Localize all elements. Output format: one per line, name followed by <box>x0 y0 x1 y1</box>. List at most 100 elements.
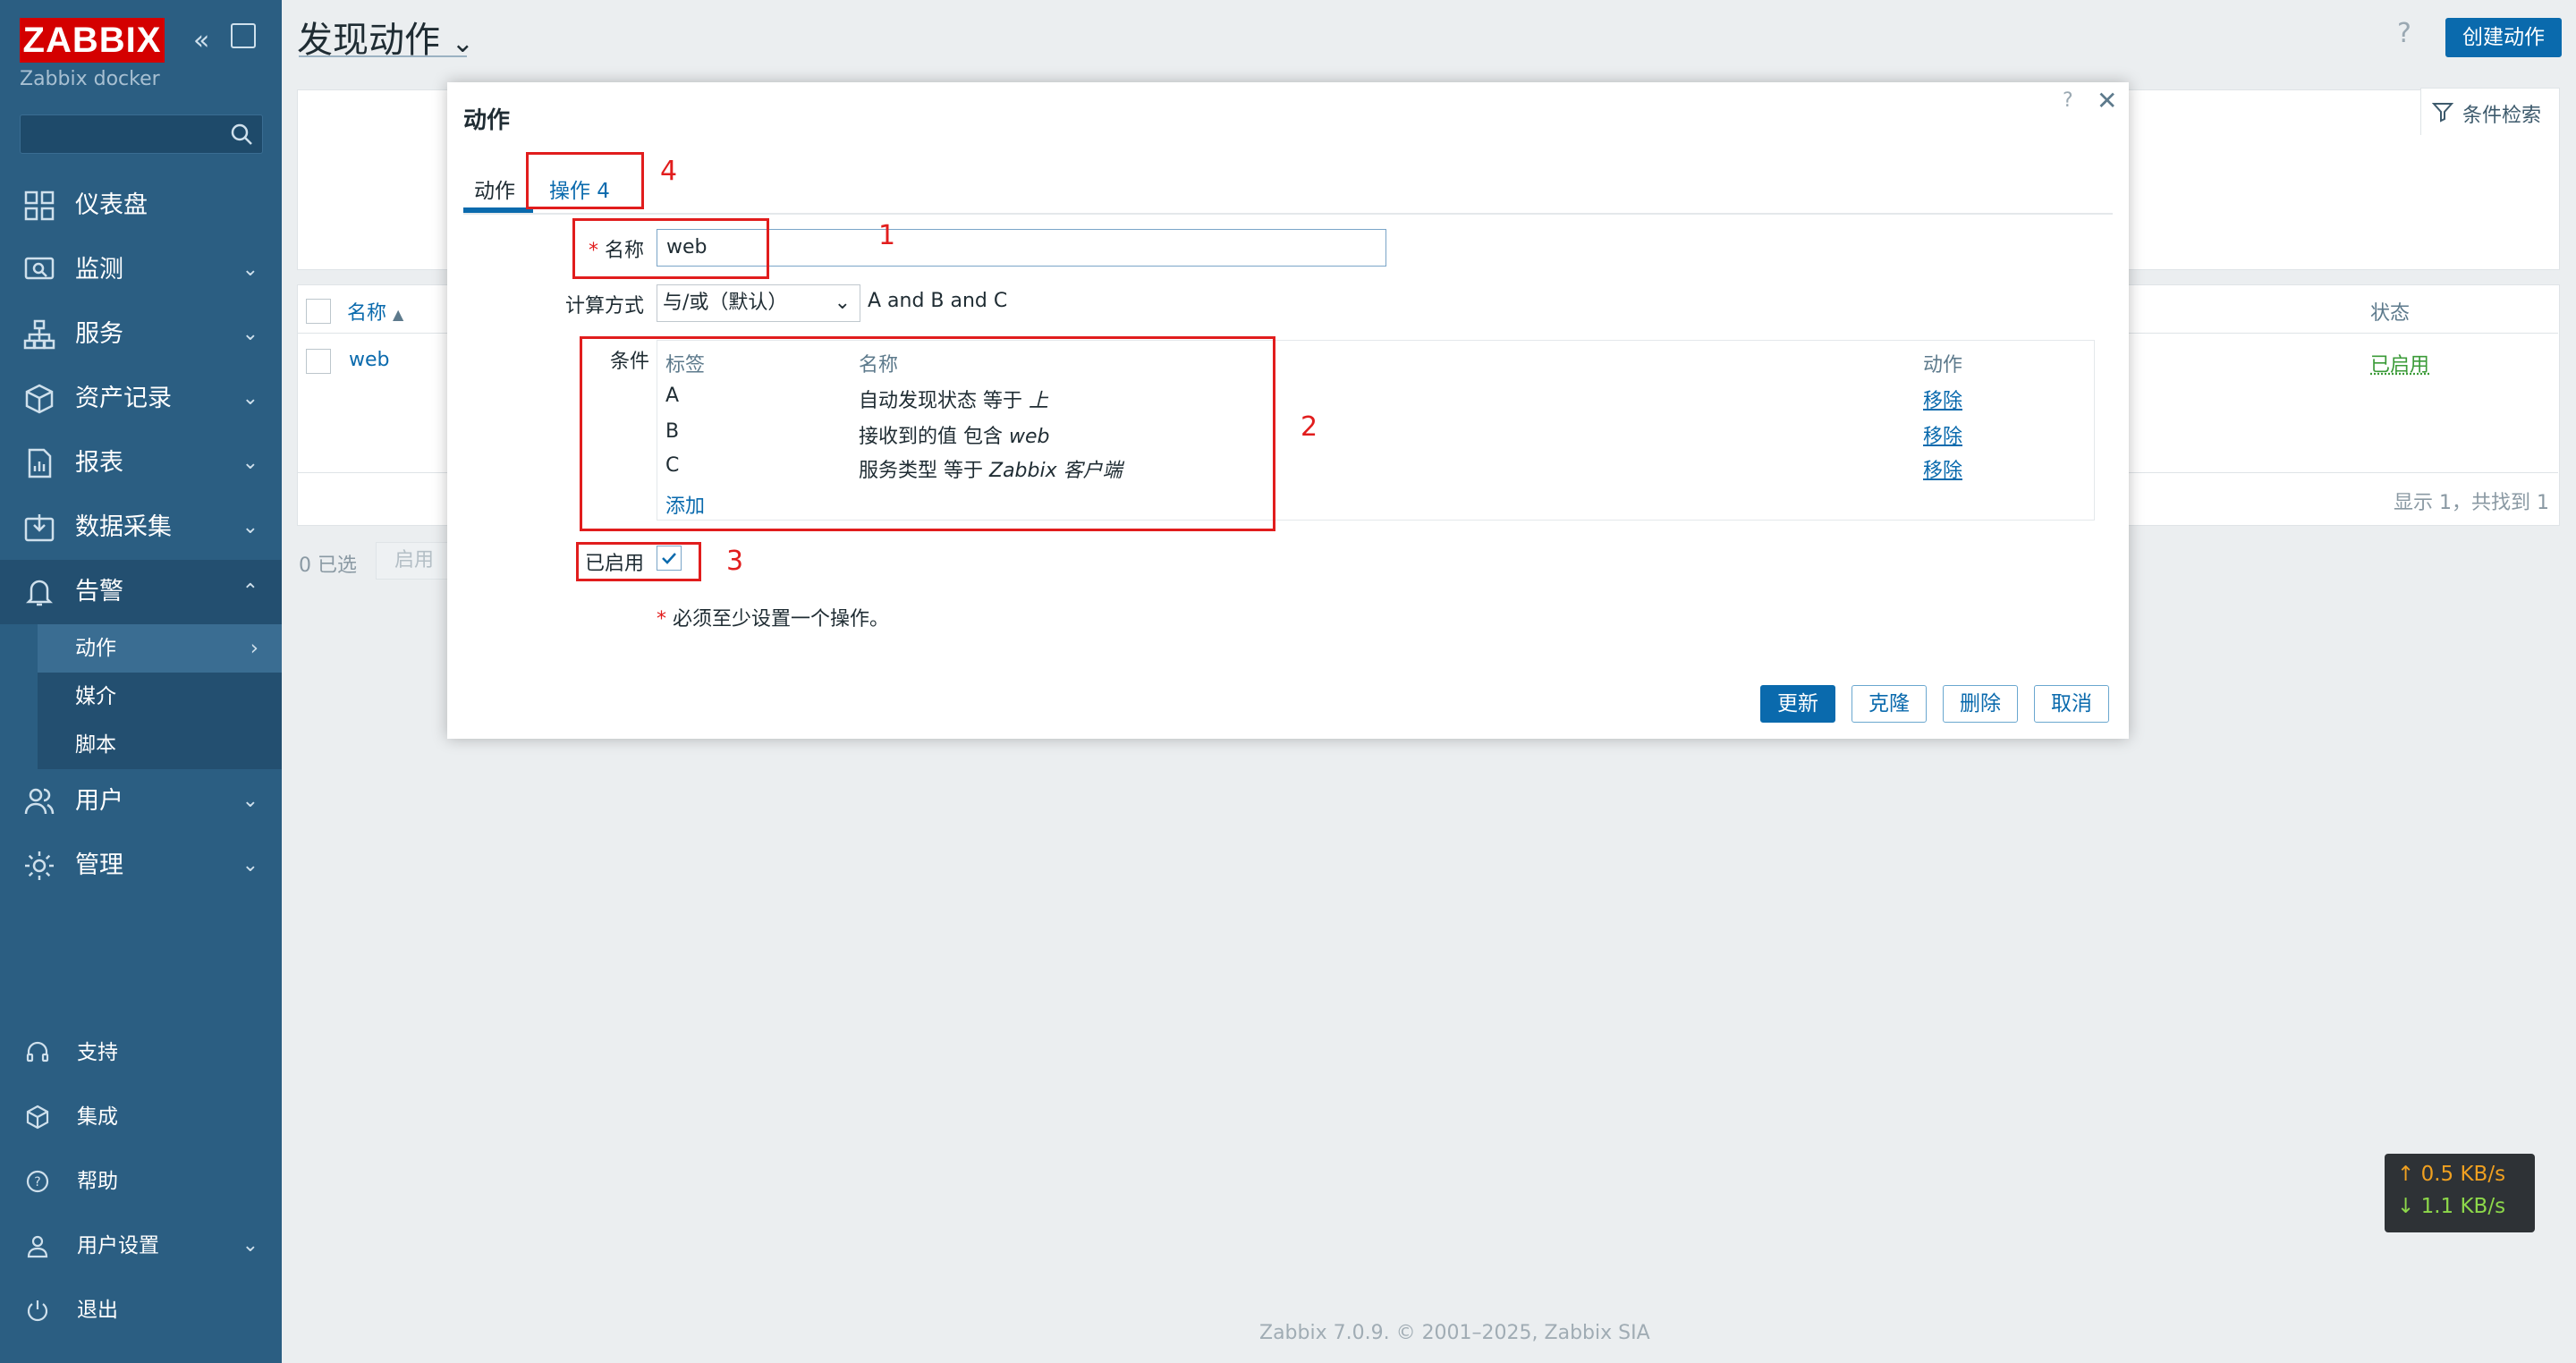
dialog-title: 动作 <box>463 107 511 134</box>
mass-enable-button[interactable]: 启用 <box>376 542 453 580</box>
calc-type-select[interactable]: 与/或（默认） ⌄ <box>657 284 860 322</box>
annotation-number-4: 4 <box>660 156 678 187</box>
chevron-down-icon: ⌄ <box>242 452 258 474</box>
annotation-box-2 <box>580 336 1275 531</box>
action-name-link[interactable]: web <box>349 349 390 371</box>
subnav-label: 脚本 <box>75 733 116 757</box>
chevron-down-icon: ⌄ <box>834 292 851 314</box>
dialog-help-icon[interactable]: ? <box>2063 89 2073 112</box>
help-icon[interactable]: ? <box>2397 18 2411 49</box>
create-action-button[interactable]: 创建动作 <box>2445 18 2562 57</box>
chevron-down-icon: ⌄ <box>242 1234 258 1257</box>
zabbix-logo[interactable]: ZABBIX <box>20 18 165 63</box>
active-tab-indicator <box>463 207 533 213</box>
subnav-actions[interactable]: 动作 › <box>38 624 282 673</box>
nav-label: 集成 <box>77 1105 118 1129</box>
nav-label: 帮助 <box>77 1170 118 1193</box>
nav-label: 支持 <box>77 1041 118 1064</box>
power-icon <box>27 1300 48 1322</box>
gear-icon <box>25 851 54 880</box>
search-icon[interactable] <box>230 123 253 146</box>
remove-condition-link[interactable]: 移除 <box>1923 454 1962 483</box>
nav-integrations[interactable]: 集成 <box>0 1091 282 1143</box>
chevron-up-icon: ⌃ <box>242 580 258 603</box>
nav-services[interactable]: 服务 ⌄ <box>0 302 282 367</box>
svg-text:?: ? <box>34 1175 40 1189</box>
subnav-label: 动作 <box>75 637 116 660</box>
remove-condition-link[interactable]: 移除 <box>1923 420 1962 449</box>
tab-bar-line <box>463 213 2113 215</box>
chevron-down-icon: ⌄ <box>242 387 258 410</box>
nav-label: 资产记录 <box>75 385 172 412</box>
server-name: Zabbix docker <box>20 68 160 90</box>
nav-alerts[interactable]: 告警 ⌃ <box>0 560 282 624</box>
clone-button[interactable]: 克隆 <box>1852 685 1927 723</box>
remove-condition-link[interactable]: 移除 <box>1923 385 1962 413</box>
dashboard-icon <box>24 190 55 221</box>
select-all-checkbox[interactable] <box>306 299 331 324</box>
nav-label: 仪表盘 <box>75 191 148 219</box>
nav-administration[interactable]: 管理 ⌄ <box>0 834 282 898</box>
sidebar: ZABBIX « Zabbix docker 仪表盘 监测 ⌄ 服务 ⌄ 资产记… <box>0 0 282 1363</box>
chevron-down-icon: ⌄ <box>242 790 258 812</box>
sort-asc-icon: ▲ <box>393 306 404 323</box>
status-enabled-link[interactable]: 已启用 <box>2370 349 2429 377</box>
kiosk-mode-icon[interactable] <box>231 23 256 48</box>
network-speed-widget: ↑ 0.5 KB/s ↓ 1.1 KB/s <box>2385 1154 2535 1232</box>
subnav-label: 媒介 <box>75 685 116 708</box>
reports-icon <box>28 448 52 478</box>
filter-tab[interactable]: 条件检索 <box>2420 88 2560 135</box>
subnav-scripts[interactable]: 脚本 <box>38 721 282 769</box>
nav-users[interactable]: 用户 ⌄ <box>0 769 282 834</box>
table-stats: 显示 1，共找到 1 <box>2394 492 2549 514</box>
sidebar-search-input[interactable] <box>20 114 263 154</box>
nav-label: 服务 <box>75 320 123 348</box>
nav-reports[interactable]: 报表 ⌄ <box>0 431 282 495</box>
nav-support[interactable]: 支持 <box>0 1027 282 1079</box>
annotation-number-1: 1 <box>878 220 896 251</box>
selected-count: 0 已选 <box>299 555 357 577</box>
nav-label: 管理 <box>75 851 123 879</box>
nav-label: 数据采集 <box>75 513 172 541</box>
cond-col-action: 动作 <box>1923 354 1963 377</box>
nav-label: 用户 <box>75 787 123 815</box>
nav-dashboard[interactable]: 仪表盘 <box>0 174 282 238</box>
filter-label: 条件检索 <box>2462 105 2542 127</box>
delete-button[interactable]: 删除 <box>1943 685 2018 723</box>
footer-copyright: Zabbix 7.0.9. © 2001–2025, Zabbix SIA <box>1259 1322 1650 1344</box>
row-checkbox[interactable] <box>306 349 331 374</box>
nav-label: 用户设置 <box>77 1234 159 1257</box>
cancel-button[interactable]: 取消 <box>2034 685 2109 723</box>
nav-user-settings[interactable]: 用户设置 ⌄ <box>0 1220 282 1272</box>
operations-warning: * 必须至少设置一个操作。 <box>657 603 889 631</box>
upload-speed: ↑ 0.5 KB/s <box>2397 1163 2506 1186</box>
nav-label: 告警 <box>75 578 123 605</box>
title-underline <box>299 55 467 57</box>
annotation-box-1 <box>572 218 769 279</box>
help-icon: ? <box>26 1170 49 1193</box>
data-collection-icon <box>24 514 55 542</box>
collapse-sidebar-icon[interactable]: « <box>193 25 209 56</box>
nav-sign-out[interactable]: 退出 <box>0 1284 282 1336</box>
nav-inventory[interactable]: 资产记录 ⌄ <box>0 367 282 431</box>
action-dialog: 动作 ? ✕ 动作 操作 4 * 名称 web 计算方式 与/或（默认） ⌄ A… <box>447 82 2129 739</box>
inventory-icon <box>25 384 54 414</box>
chevron-down-icon: ⌄ <box>242 258 258 281</box>
nav-help[interactable]: ? 帮助 <box>0 1156 282 1207</box>
nav-data-collection[interactable]: 数据采集 ⌄ <box>0 495 282 560</box>
chevron-right-icon: › <box>250 637 258 660</box>
subnav-media[interactable]: 媒介 <box>38 673 282 721</box>
tab-action[interactable]: 动作 <box>474 174 515 204</box>
calc-label: 计算方式 <box>564 295 644 317</box>
close-icon[interactable]: ✕ <box>2097 86 2117 115</box>
column-header-name[interactable]: 名称 ▲ <box>347 297 403 326</box>
column-name-label: 名称 <box>347 302 387 325</box>
update-button[interactable]: 更新 <box>1760 685 1835 723</box>
required-mark: * <box>657 608 666 631</box>
services-icon <box>23 319 55 350</box>
annotation-box-3 <box>576 542 701 581</box>
nav-monitoring[interactable]: 监测 ⌄ <box>0 238 282 302</box>
chevron-down-icon: ⌄ <box>242 854 258 876</box>
column-header-status: 状态 <box>2370 302 2411 325</box>
annotation-number-2: 2 <box>1301 411 1318 443</box>
